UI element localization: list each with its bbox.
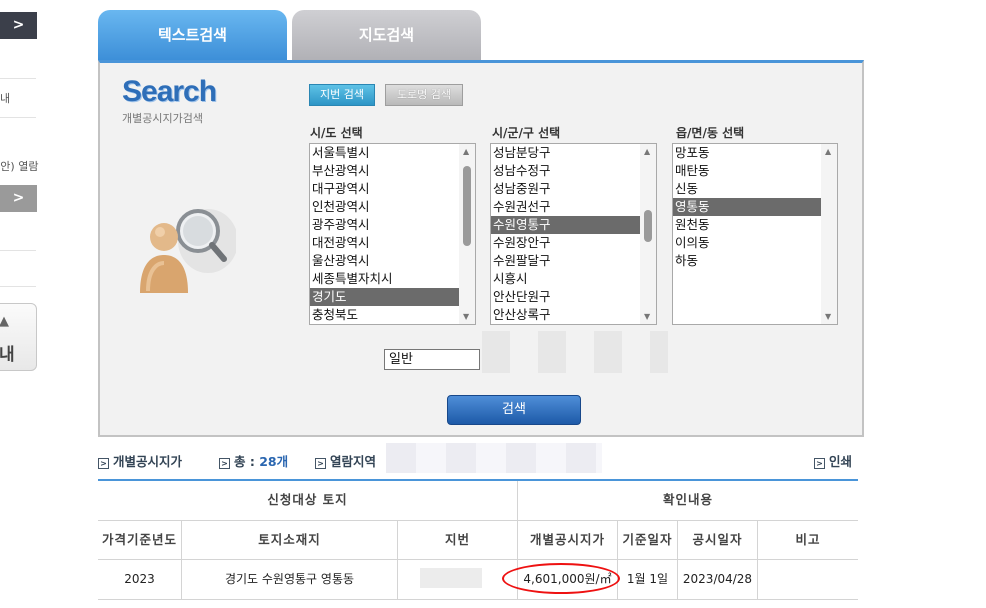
- sido-option[interactable]: 세종특별자치시: [310, 270, 459, 288]
- dong-scrollbar[interactable]: ▲ ▼: [821, 144, 837, 324]
- sigungu-select-label: 시/군/구 선택: [492, 126, 561, 140]
- sidebar-item-text[interactable]: (안) 열람: [0, 158, 38, 174]
- dong-option[interactable]: 매탄동: [673, 162, 821, 180]
- group-header-target-land: 신청대상 토지: [98, 481, 518, 520]
- dong-listbox[interactable]: 망포동 매탄동 신동 영통동 원천동 이의동 하동 ▲ ▼: [672, 143, 838, 325]
- sido-select-label: 시/도 선택: [310, 126, 363, 140]
- price-highlight-circle: [502, 563, 620, 594]
- table-header-row: 가격기준년도 토지소재지 지번 개별공시지가 기준일자 공시일자 비고: [98, 521, 858, 560]
- redacted-region: [482, 331, 668, 373]
- dong-select-label: 읍/면/동 선택: [676, 126, 745, 140]
- col-header-note: 비고: [795, 532, 821, 547]
- search-button[interactable]: 검색: [447, 395, 581, 425]
- sidebar-divider: [0, 286, 36, 287]
- person-magnifier-icon: [140, 209, 236, 293]
- scroll-up-icon[interactable]: ▲: [825, 147, 831, 156]
- sido-option[interactable]: 충청북도: [310, 306, 459, 324]
- scroll-down-icon[interactable]: ▼: [463, 312, 469, 321]
- sigungu-option[interactable]: 안산상록구: [491, 306, 640, 324]
- cell-location: 경기도 수원영통구 영통동: [182, 560, 398, 599]
- group-header-confirmation: 확인내용: [662, 492, 713, 507]
- person-icon: ▲: [0, 314, 9, 329]
- sidebar-divider: [0, 250, 36, 251]
- sigungu-option[interactable]: 시흥시: [491, 270, 640, 288]
- search-panel: Search 개별공시지가검색 지번 검색 도로명 검색 시/도 선택 시/군/…: [98, 60, 864, 437]
- sido-option[interactable]: 광주광역시: [310, 216, 459, 234]
- sidebar-arrow-button-2[interactable]: >: [0, 185, 37, 212]
- scroll-thumb[interactable]: [644, 210, 652, 242]
- search-logo: Search: [122, 75, 217, 108]
- tab-text-search[interactable]: 텍스트검색: [98, 10, 287, 60]
- scroll-thumb[interactable]: [463, 166, 471, 246]
- col-header-year: 가격기준년도: [98, 521, 182, 559]
- sido-listbox[interactable]: 서울특별시 부산광역시 대구광역시 인천광역시 광주광역시 대전광역시 울산광역시 세종특별자…: [309, 143, 476, 325]
- search-logo-subtitle: 개별공시지가검색: [122, 112, 203, 125]
- info-title: > 개별공시지가: [98, 451, 182, 470]
- results-table: 신청대상 토지 확인내용 가격기준년도 토지소재지 지번 개별공시지가 기준일자…: [98, 479, 858, 600]
- sigungu-option[interactable]: 수원권선구: [491, 198, 640, 216]
- col-header-location: 토지소재지: [182, 521, 398, 559]
- sido-option[interactable]: 대구광역시: [310, 180, 459, 198]
- cell-base-date: 1월 1일: [618, 560, 678, 599]
- tab-map-search[interactable]: 지도검색: [292, 10, 481, 60]
- dong-option[interactable]: 망포동: [673, 144, 821, 162]
- print-link[interactable]: > 인쇄: [814, 451, 852, 470]
- sigungu-option[interactable]: 성남수정구: [491, 162, 640, 180]
- sigungu-option[interactable]: 수원팔달구: [491, 252, 640, 270]
- sido-option[interactable]: 울산광역시: [310, 252, 459, 270]
- redacted-jibun: [420, 568, 482, 588]
- sido-option[interactable]: 경기도: [310, 288, 459, 306]
- total-count: 28개: [259, 454, 289, 469]
- chevron-right-icon: >: [98, 458, 109, 469]
- sidebar-divider: [0, 117, 36, 118]
- chevron-right-icon: >: [814, 458, 825, 469]
- cell-announce-date: 2023/04/28: [678, 560, 758, 599]
- sido-option[interactable]: 부산광역시: [310, 162, 459, 180]
- sigungu-option[interactable]: 수원장안구: [491, 234, 640, 252]
- scroll-up-icon[interactable]: ▲: [463, 147, 469, 156]
- sigungu-option[interactable]: 성남중원구: [491, 180, 640, 198]
- land-type-input[interactable]: 일반: [384, 349, 480, 370]
- jibun-search-button[interactable]: 지번 검색: [309, 84, 375, 106]
- sido-option[interactable]: 서울특별시: [310, 144, 459, 162]
- sigungu-listbox[interactable]: 성남분당구 성남수정구 성남중원구 수원권선구 수원영통구 수원장안구 수원팔달구 시흥시 안산…: [490, 143, 657, 325]
- dong-option[interactable]: 이의동: [673, 234, 821, 252]
- scroll-up-icon[interactable]: ▲: [644, 147, 650, 156]
- sido-scrollbar[interactable]: ▲ ▼: [459, 144, 475, 324]
- sido-option[interactable]: 대전광역시: [310, 234, 459, 252]
- sidebar-guide-box[interactable]: ▲ 내: [0, 303, 37, 371]
- scroll-down-icon[interactable]: ▼: [825, 312, 831, 321]
- dong-option[interactable]: 신동: [673, 180, 821, 198]
- dong-option[interactable]: 원천동: [673, 216, 821, 234]
- cell-year: 2023: [98, 560, 182, 599]
- dong-option[interactable]: 하동: [673, 252, 821, 270]
- sigungu-option[interactable]: 수원영통구: [491, 216, 640, 234]
- road-name-search-button[interactable]: 도로명 검색: [385, 84, 463, 106]
- info-total: > 총 : 28개: [219, 451, 288, 470]
- sigungu-option[interactable]: 안산단원구: [491, 288, 640, 306]
- col-header-jibun: 지번: [398, 521, 518, 559]
- chevron-right-icon: >: [315, 458, 326, 469]
- info-region: > 열람지역: [315, 451, 376, 470]
- col-header-price: 개별공시지가: [518, 521, 618, 559]
- col-header-base-date: 기준일자: [618, 521, 678, 559]
- sidebar-divider: [0, 78, 36, 79]
- sidebar-box-label: 내: [0, 345, 15, 365]
- sido-option[interactable]: 인천광역시: [310, 198, 459, 216]
- scroll-down-icon[interactable]: ▼: [644, 312, 650, 321]
- redacted-region: [386, 443, 602, 473]
- cell-note: [758, 560, 858, 599]
- sidebar-item-text[interactable]: 내: [0, 90, 10, 106]
- dong-option[interactable]: 영통동: [673, 198, 821, 216]
- chevron-right-icon: >: [219, 458, 230, 469]
- sigungu-scrollbar[interactable]: ▲ ▼: [640, 144, 656, 324]
- col-header-announce-date: 공시일자: [678, 521, 758, 559]
- sigungu-option[interactable]: 성남분당구: [491, 144, 640, 162]
- table-group-header: 신청대상 토지 확인내용: [98, 481, 858, 521]
- sidebar-arrow-button[interactable]: >: [0, 12, 37, 39]
